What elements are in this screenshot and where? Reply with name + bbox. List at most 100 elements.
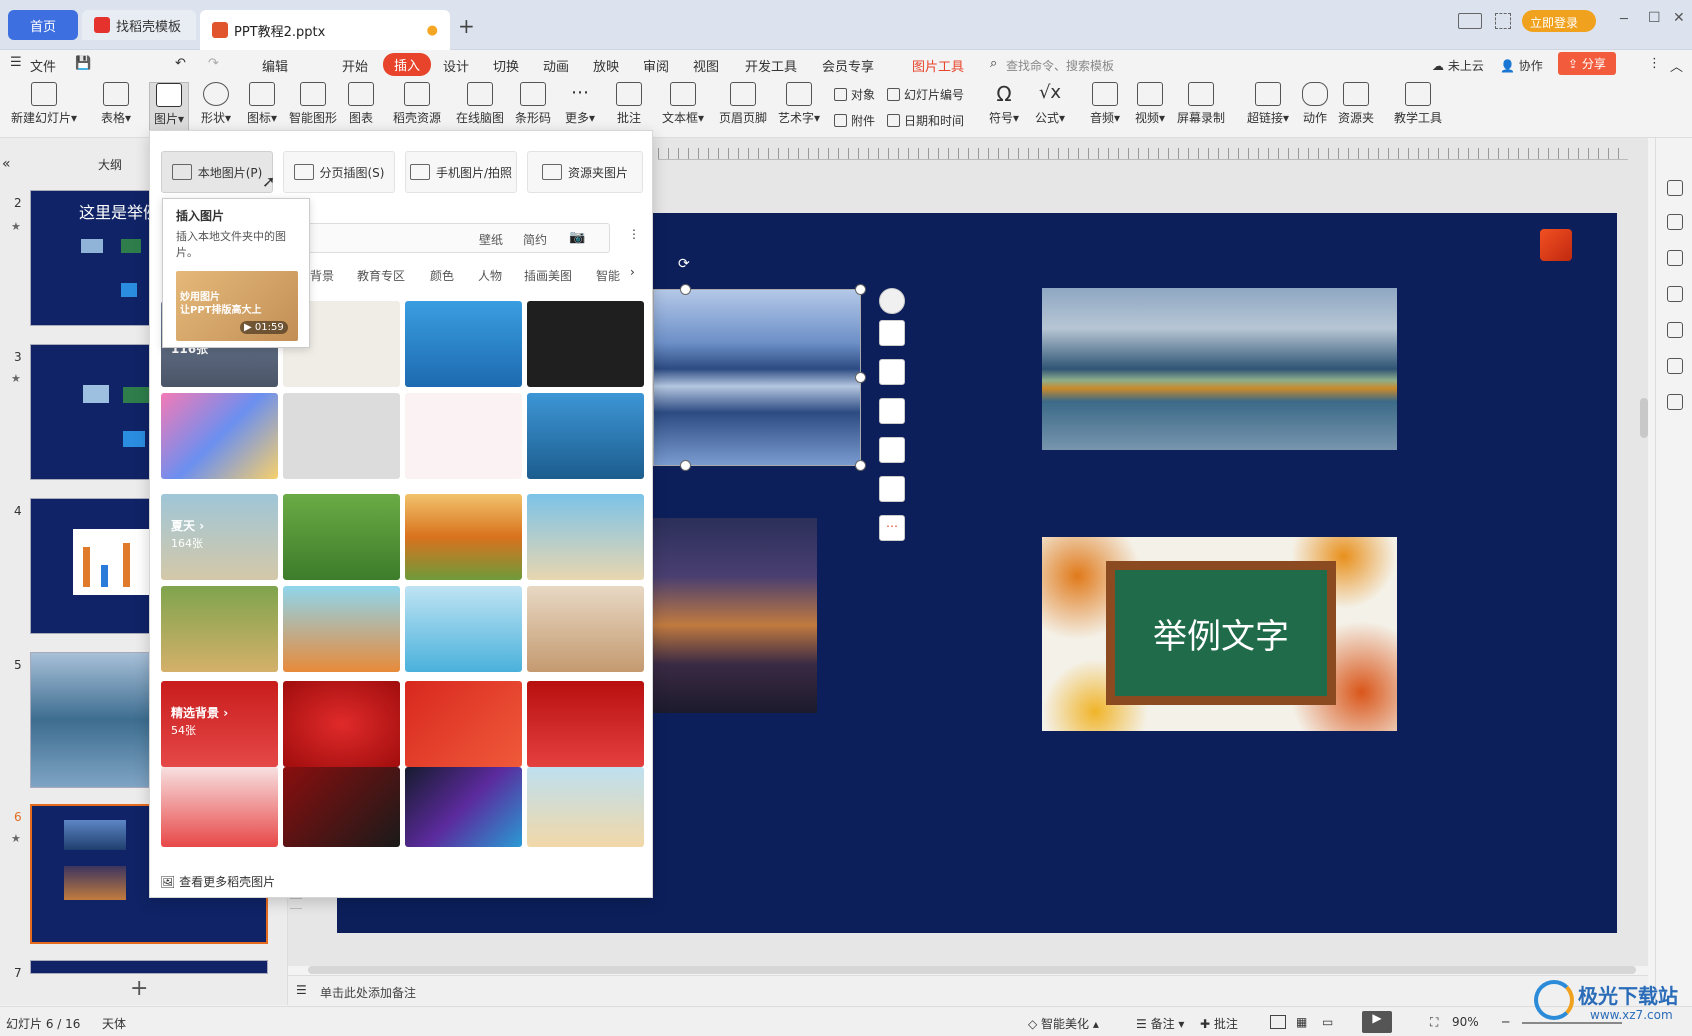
share-button[interactable]: ⇪ 分享 (1558, 52, 1616, 75)
resize-handle[interactable] (855, 372, 866, 383)
apps-grid-icon[interactable] (1495, 13, 1511, 29)
resize-handle[interactable] (680, 284, 691, 295)
chalkboard-photo[interactable]: 举例文字 (1042, 537, 1397, 731)
to-word-icon[interactable] (879, 476, 905, 502)
resource-folder-button[interactable]: 资源夹 (1337, 82, 1375, 126)
search-simple-tag[interactable]: 简约 (523, 231, 547, 248)
symbol-button[interactable]: Ω 符号▾ (984, 82, 1024, 126)
more-options-icon[interactable]: ⋮ (628, 227, 640, 241)
picture-search-box[interactable]: 壁纸 简约 📷 (300, 223, 610, 253)
object-button[interactable]: 对象 (834, 86, 875, 103)
wordart-button[interactable]: 艺术字▾ (776, 82, 822, 126)
header-footer-button[interactable]: 页眉页脚 (718, 82, 768, 126)
picture-thumb[interactable] (161, 586, 278, 672)
resize-handle[interactable] (680, 460, 691, 471)
menu-start[interactable]: 开始 (342, 56, 368, 75)
category-color[interactable]: 颜色 (430, 267, 454, 284)
picture-thumb[interactable] (527, 301, 644, 387)
more-vertical-icon[interactable]: ⋮ (1648, 56, 1661, 71)
category-next-icon[interactable]: › (630, 265, 635, 279)
menu-view[interactable]: 视图 (693, 56, 719, 75)
action-button[interactable]: 动作 (1298, 82, 1332, 126)
picture-thumb[interactable] (283, 586, 400, 672)
tab-template[interactable]: 找稻壳模板 (82, 10, 196, 40)
barcode-button[interactable]: 条形码 (513, 82, 553, 126)
menu-insert[interactable]: 插入 (383, 53, 432, 76)
table-button[interactable]: 表格▾ (96, 82, 136, 126)
book-icon[interactable] (1667, 394, 1683, 410)
layout-icon[interactable] (1458, 13, 1482, 29)
category-smart[interactable]: 智能 (596, 267, 620, 284)
daoke-resource-button[interactable]: 稻壳资源 (392, 82, 442, 126)
sliders-icon[interactable] (1667, 214, 1683, 230)
shape-button[interactable]: 形状▾ (196, 82, 236, 126)
menu-edit[interactable]: 编辑 (262, 56, 288, 75)
reading-view-icon[interactable]: ▭ (1322, 1015, 1333, 1029)
collapse-ribbon-icon[interactable]: ︿ (1670, 56, 1683, 75)
formula-button[interactable]: √x 公式▾ (1030, 82, 1070, 126)
lightbulb-icon[interactable] (879, 437, 905, 463)
notes-toggle-button[interactable]: ☰ 备注 ▾ (1136, 1015, 1184, 1032)
picture-thumb[interactable] (527, 494, 644, 580)
picture-thumb[interactable] (283, 494, 400, 580)
smart-beautify-button[interactable]: ◇ 智能美化 ▴ (1028, 1015, 1099, 1032)
menu-design[interactable]: 设计 (443, 56, 469, 75)
video-button[interactable]: 视频▾ (1130, 82, 1170, 126)
zoom-level[interactable]: 90% (1452, 1015, 1479, 1029)
login-button[interactable]: 立即登录 (1522, 10, 1596, 32)
chat-icon[interactable] (1667, 286, 1683, 302)
category-education[interactable]: 教育专区 (357, 267, 405, 284)
zoom-out-button[interactable]: ─ (1502, 1015, 1509, 1029)
slide-thumb-7[interactable] (30, 960, 268, 974)
mountain-lake-photo[interactable] (1042, 288, 1397, 450)
picture-thumb[interactable] (527, 586, 644, 672)
menu-slideshow[interactable]: 放映 (593, 56, 619, 75)
more-pictures-link[interactable]: 🖼 查看更多稻壳图片 (160, 873, 275, 890)
menu-member[interactable]: 会员专享 (822, 56, 874, 75)
fit-window-icon[interactable]: ⛶ (1430, 1015, 1438, 1030)
command-search[interactable]: 查找命令、搜索模板 (1006, 57, 1114, 74)
normal-view-icon[interactable] (1270, 1015, 1286, 1029)
vertical-scrollbar[interactable] (1640, 398, 1648, 438)
comment-toggle-button[interactable]: ✚ 批注 (1200, 1015, 1238, 1032)
collapse-panel-icon[interactable]: « (2, 156, 11, 172)
folder-picture-button[interactable]: 资源夹图片 (527, 151, 643, 193)
camera-icon[interactable]: 📷 (569, 230, 585, 245)
picture-thumb[interactable] (527, 393, 644, 479)
minimize-button[interactable]: ─ (1620, 12, 1628, 27)
menu-review[interactable]: 审阅 (643, 56, 669, 75)
layers-icon[interactable] (879, 320, 905, 346)
comment-button[interactable]: 批注 (612, 82, 646, 126)
picture-thumb[interactable] (161, 767, 278, 847)
textbox-button[interactable]: 文本框▾ (660, 82, 706, 126)
datetime-button[interactable]: 日期和时间 (887, 112, 964, 129)
sorter-view-icon[interactable]: ▦ (1296, 1015, 1307, 1029)
collapse-float-icon[interactable] (879, 288, 905, 314)
attachment-button[interactable]: 附件 (834, 112, 875, 129)
close-button[interactable]: ✕ (1673, 10, 1685, 26)
picture-thumb[interactable] (283, 767, 400, 847)
picture-thumb[interactable] (161, 393, 278, 479)
picture-button[interactable]: 图片▾ (149, 82, 189, 137)
resize-handle[interactable] (855, 284, 866, 295)
teaching-tools-button[interactable]: 教学工具 (1393, 82, 1443, 126)
local-picture-button[interactable]: 本地图片(P) (161, 151, 273, 193)
menu-file[interactable]: 文件 (30, 56, 56, 75)
picture-thumb[interactable] (405, 586, 522, 672)
new-tab-button[interactable]: + (458, 14, 475, 38)
crop-icon[interactable] (879, 398, 905, 424)
cloud-status[interactable]: ☁ 未上云 (1432, 57, 1484, 74)
add-slide-button[interactable]: + (130, 976, 148, 1001)
picture-thumb[interactable] (283, 393, 400, 479)
picture-thumb[interactable] (283, 681, 400, 767)
notes-bar[interactable]: ☰ 单击此处添加备注 (288, 975, 1648, 1006)
menu-developer[interactable]: 开发工具 (745, 56, 797, 75)
pin-icon[interactable] (1667, 250, 1683, 266)
zoom-slider[interactable] (1522, 1022, 1622, 1024)
search-wallpaper-tag[interactable]: 壁纸 (479, 231, 503, 248)
notes-placeholder[interactable]: 单击此处添加备注 (320, 984, 416, 1001)
redo-icon[interactable]: ↷ (208, 56, 219, 71)
rocket-icon[interactable] (1667, 180, 1683, 196)
screen-record-button[interactable]: 屏幕录制 (1176, 82, 1226, 126)
picture-thumb[interactable] (405, 393, 522, 479)
